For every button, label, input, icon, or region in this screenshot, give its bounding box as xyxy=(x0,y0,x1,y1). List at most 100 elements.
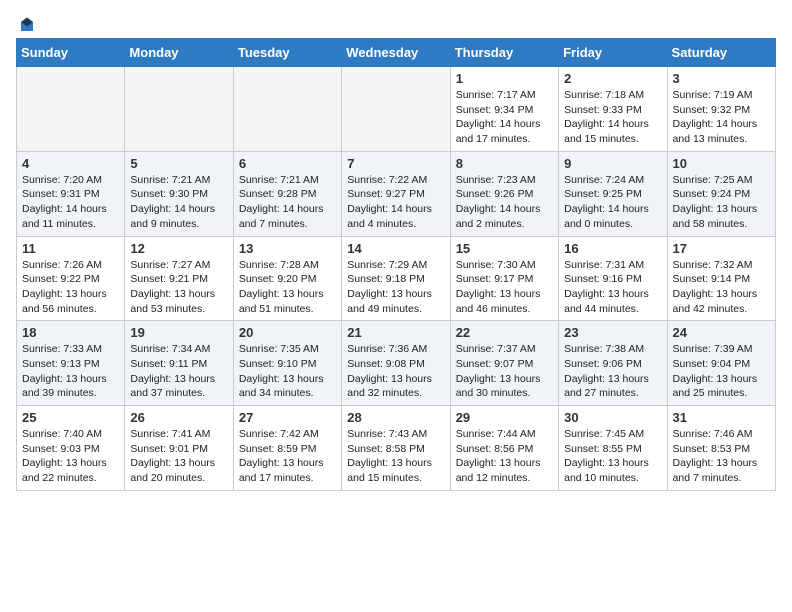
calendar-cell: 1Sunrise: 7:17 AM Sunset: 9:34 PM Daylig… xyxy=(450,67,558,152)
logo-icon xyxy=(18,16,36,34)
calendar-cell: 26 Sunrise: 7:41 AM Sunset: 9:01 PM Dayli… xyxy=(125,406,233,491)
day-number: 26 xyxy=(130,410,227,425)
calendar-cell: 13Sunrise: 7:28 AM Sunset: 9:20 PM Dayli… xyxy=(233,236,341,321)
day-info: Sunrise: 7:42 AM Sunset: 8:59 PM Dayligh… xyxy=(239,427,336,486)
logo xyxy=(16,16,36,30)
calendar-cell: 9 Sunrise: 7:24 AM Sunset: 9:25 PM Daylig… xyxy=(559,151,667,236)
weekday-header: Saturday xyxy=(667,39,775,67)
calendar-cell: 6 Sunrise: 7:21 AM Sunset: 9:28 PM Daylig… xyxy=(233,151,341,236)
calendar-cell: 28 Sunrise: 7:43 AM Sunset: 8:58 PM Dayli… xyxy=(342,406,450,491)
calendar-week-row: 18 Sunrise: 7:33 AM Sunset: 9:13 PM Dayli… xyxy=(17,321,776,406)
calendar-week-row: 1Sunrise: 7:17 AM Sunset: 9:34 PM Daylig… xyxy=(17,67,776,152)
calendar-cell: 7Sunrise: 7:22 AM Sunset: 9:27 PM Daylig… xyxy=(342,151,450,236)
weekday-header: Thursday xyxy=(450,39,558,67)
calendar-cell xyxy=(342,67,450,152)
day-info: Sunrise: 7:43 AM Sunset: 8:58 PM Dayligh… xyxy=(347,427,444,486)
day-number: 14 xyxy=(347,241,444,256)
day-info: Sunrise: 7:46 AM Sunset: 8:53 PM Dayligh… xyxy=(673,427,770,486)
day-number: 2 xyxy=(564,71,661,86)
calendar-table: SundayMondayTuesdayWednesdayThursdayFrid… xyxy=(16,38,776,491)
calendar-cell: 8 Sunrise: 7:23 AM Sunset: 9:26 PM Daylig… xyxy=(450,151,558,236)
calendar-cell: 23 Sunrise: 7:38 AM Sunset: 9:06 PM Dayli… xyxy=(559,321,667,406)
day-info: Sunrise: 7:21 AM Sunset: 9:28 PM Dayligh… xyxy=(239,173,336,232)
day-info: Sunrise: 7:23 AM Sunset: 9:26 PM Dayligh… xyxy=(456,173,553,232)
calendar-cell: 22 Sunrise: 7:37 AM Sunset: 9:07 PM Dayli… xyxy=(450,321,558,406)
calendar-cell: 10Sunrise: 7:25 AM Sunset: 9:24 PM Dayli… xyxy=(667,151,775,236)
calendar-cell: 21 Sunrise: 7:36 AM Sunset: 9:08 PM Dayli… xyxy=(342,321,450,406)
day-number: 27 xyxy=(239,410,336,425)
day-number: 12 xyxy=(130,241,227,256)
calendar-cell: 2 Sunrise: 7:18 AM Sunset: 9:33 PM Daylig… xyxy=(559,67,667,152)
day-info: Sunrise: 7:24 AM Sunset: 9:25 PM Dayligh… xyxy=(564,173,661,232)
calendar-cell: 16 Sunrise: 7:31 AM Sunset: 9:16 PM Dayli… xyxy=(559,236,667,321)
calendar-cell: 24Sunrise: 7:39 AM Sunset: 9:04 PM Dayli… xyxy=(667,321,775,406)
day-info: Sunrise: 7:33 AM Sunset: 9:13 PM Dayligh… xyxy=(22,342,119,401)
day-number: 5 xyxy=(130,156,227,171)
day-number: 18 xyxy=(22,325,119,340)
calendar-cell: 25 Sunrise: 7:40 AM Sunset: 9:03 PM Dayli… xyxy=(17,406,125,491)
day-info: Sunrise: 7:37 AM Sunset: 9:07 PM Dayligh… xyxy=(456,342,553,401)
calendar-cell: 19Sunrise: 7:34 AM Sunset: 9:11 PM Dayli… xyxy=(125,321,233,406)
weekday-header: Friday xyxy=(559,39,667,67)
day-info: Sunrise: 7:28 AM Sunset: 9:20 PM Dayligh… xyxy=(239,258,336,317)
calendar-cell: 4Sunrise: 7:20 AM Sunset: 9:31 PM Daylig… xyxy=(17,151,125,236)
calendar-cell: 14 Sunrise: 7:29 AM Sunset: 9:18 PM Dayli… xyxy=(342,236,450,321)
day-number: 8 xyxy=(456,156,553,171)
weekday-header: Tuesday xyxy=(233,39,341,67)
day-info: Sunrise: 7:39 AM Sunset: 9:04 PM Dayligh… xyxy=(673,342,770,401)
day-number: 29 xyxy=(456,410,553,425)
day-info: Sunrise: 7:31 AM Sunset: 9:16 PM Dayligh… xyxy=(564,258,661,317)
calendar-header-row: SundayMondayTuesdayWednesdayThursdayFrid… xyxy=(17,39,776,67)
day-number: 25 xyxy=(22,410,119,425)
day-info: Sunrise: 7:29 AM Sunset: 9:18 PM Dayligh… xyxy=(347,258,444,317)
calendar-cell: 18 Sunrise: 7:33 AM Sunset: 9:13 PM Dayli… xyxy=(17,321,125,406)
weekday-header: Wednesday xyxy=(342,39,450,67)
day-number: 16 xyxy=(564,241,661,256)
calendar-cell: 31 Sunrise: 7:46 AM Sunset: 8:53 PM Dayli… xyxy=(667,406,775,491)
day-number: 23 xyxy=(564,325,661,340)
calendar-cell: 17 Sunrise: 7:32 AM Sunset: 9:14 PM Dayli… xyxy=(667,236,775,321)
calendar-cell: 20 Sunrise: 7:35 AM Sunset: 9:10 PM Dayli… xyxy=(233,321,341,406)
day-number: 11 xyxy=(22,241,119,256)
day-info: Sunrise: 7:41 AM Sunset: 9:01 PM Dayligh… xyxy=(130,427,227,486)
day-number: 28 xyxy=(347,410,444,425)
calendar-cell xyxy=(17,67,125,152)
day-number: 17 xyxy=(673,241,770,256)
day-info: Sunrise: 7:26 AM Sunset: 9:22 PM Dayligh… xyxy=(22,258,119,317)
calendar-cell: 5 Sunrise: 7:21 AM Sunset: 9:30 PM Daylig… xyxy=(125,151,233,236)
day-number: 22 xyxy=(456,325,553,340)
day-number: 19 xyxy=(130,325,227,340)
calendar-cell xyxy=(233,67,341,152)
day-number: 10 xyxy=(673,156,770,171)
day-number: 30 xyxy=(564,410,661,425)
day-number: 6 xyxy=(239,156,336,171)
day-info: Sunrise: 7:40 AM Sunset: 9:03 PM Dayligh… xyxy=(22,427,119,486)
calendar-cell: 3 Sunrise: 7:19 AM Sunset: 9:32 PM Daylig… xyxy=(667,67,775,152)
day-number: 4 xyxy=(22,156,119,171)
calendar-week-row: 25 Sunrise: 7:40 AM Sunset: 9:03 PM Dayli… xyxy=(17,406,776,491)
day-number: 31 xyxy=(673,410,770,425)
day-info: Sunrise: 7:30 AM Sunset: 9:17 PM Dayligh… xyxy=(456,258,553,317)
day-info: Sunrise: 7:21 AM Sunset: 9:30 PM Dayligh… xyxy=(130,173,227,232)
calendar-cell: 15 Sunrise: 7:30 AM Sunset: 9:17 PM Dayli… xyxy=(450,236,558,321)
day-info: Sunrise: 7:18 AM Sunset: 9:33 PM Dayligh… xyxy=(564,88,661,147)
weekday-header: Sunday xyxy=(17,39,125,67)
day-number: 7 xyxy=(347,156,444,171)
day-info: Sunrise: 7:19 AM Sunset: 9:32 PM Dayligh… xyxy=(673,88,770,147)
day-info: Sunrise: 7:35 AM Sunset: 9:10 PM Dayligh… xyxy=(239,342,336,401)
day-info: Sunrise: 7:44 AM Sunset: 8:56 PM Dayligh… xyxy=(456,427,553,486)
day-number: 9 xyxy=(564,156,661,171)
day-info: Sunrise: 7:36 AM Sunset: 9:08 PM Dayligh… xyxy=(347,342,444,401)
day-number: 1 xyxy=(456,71,553,86)
day-number: 20 xyxy=(239,325,336,340)
calendar-cell: 29 Sunrise: 7:44 AM Sunset: 8:56 PM Dayli… xyxy=(450,406,558,491)
day-info: Sunrise: 7:27 AM Sunset: 9:21 PM Dayligh… xyxy=(130,258,227,317)
calendar-cell: 30Sunrise: 7:45 AM Sunset: 8:55 PM Dayli… xyxy=(559,406,667,491)
day-number: 3 xyxy=(673,71,770,86)
day-number: 21 xyxy=(347,325,444,340)
day-info: Sunrise: 7:38 AM Sunset: 9:06 PM Dayligh… xyxy=(564,342,661,401)
day-number: 15 xyxy=(456,241,553,256)
calendar-cell: 12 Sunrise: 7:27 AM Sunset: 9:21 PM Dayli… xyxy=(125,236,233,321)
day-info: Sunrise: 7:32 AM Sunset: 9:14 PM Dayligh… xyxy=(673,258,770,317)
calendar-cell: 11 Sunrise: 7:26 AM Sunset: 9:22 PM Dayli… xyxy=(17,236,125,321)
